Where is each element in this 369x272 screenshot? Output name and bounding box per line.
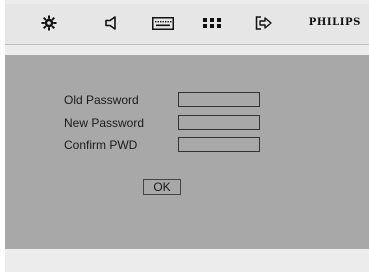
new-password-field[interactable] <box>178 115 260 130</box>
keyboard-icon[interactable] <box>151 14 175 32</box>
old-password-field[interactable] <box>178 92 260 107</box>
gear-icon[interactable] <box>39 14 59 32</box>
confirm-password-label: Confirm PWD <box>64 138 138 152</box>
new-password-label: New Password <box>64 116 145 130</box>
old-password-row: Old Password <box>64 92 324 110</box>
brand-logo: PHILIPS <box>308 17 361 28</box>
ok-button[interactable]: OK <box>143 179 181 195</box>
toolbar: PHILIPS <box>5 4 369 45</box>
confirm-password-row: Confirm PWD <box>64 137 324 155</box>
password-panel: Old Password New Password Confirm PWD OK <box>5 55 369 249</box>
speaker-icon[interactable] <box>102 14 122 32</box>
grid-icon[interactable] <box>201 14 223 32</box>
confirm-password-field[interactable] <box>178 137 260 152</box>
old-password-label: Old Password <box>64 93 139 107</box>
new-password-row: New Password <box>64 115 324 133</box>
exit-icon[interactable] <box>254 14 274 32</box>
